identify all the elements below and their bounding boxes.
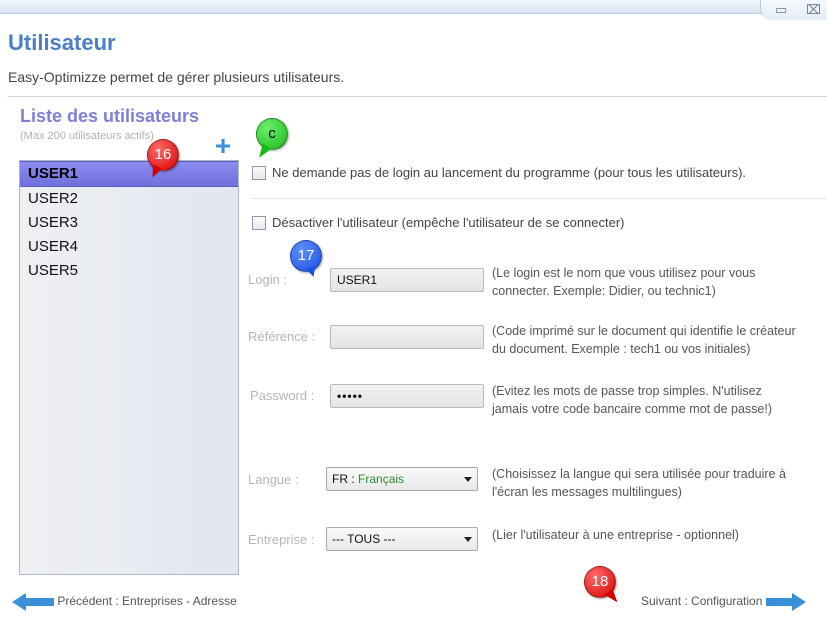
langue-help: (Choisissez la langue qui sera utilisée … [492, 467, 786, 499]
reference-label: Référence : [248, 329, 316, 344]
previous-button[interactable]: Précédent : Entreprises - Adresse [12, 593, 237, 611]
login-help: (Le login est le nom que vous utilisez p… [492, 266, 756, 298]
chevron-down-icon [464, 477, 472, 482]
annotation-marker-17: 17 [290, 240, 322, 272]
list-item-user1[interactable]: USER1 [20, 161, 238, 187]
reference-field[interactable] [330, 325, 484, 349]
user-list-title: Liste des utilisateurs [20, 106, 200, 126]
langue-select[interactable]: FR : Français [326, 467, 478, 491]
list-item-user4[interactable]: USER4 [20, 235, 238, 259]
list-item-user2[interactable]: USER2 [20, 187, 238, 211]
password-label: Password : [250, 388, 315, 403]
window-title-bar [0, 0, 827, 14]
disable-user-label: Désactiver l'utilisateur (empêche l'util… [272, 215, 625, 230]
reference-help: (Code imprimé sur le document qui identi… [492, 324, 796, 356]
plus-icon[interactable]: + [213, 132, 233, 160]
no-login-label: Ne demande pas de login au lancement du … [272, 165, 747, 180]
entreprise-label: Entreprise : [248, 532, 315, 547]
list-item-user3[interactable]: USER3 [20, 211, 238, 235]
user-list[interactable]: USER1 USER2 USER3 USER4 USER5 [19, 160, 239, 575]
user-list-subtitle: (Max 200 utilisateurs actifs) [20, 130, 154, 142]
no-login-checkbox[interactable] [252, 166, 266, 180]
entreprise-select[interactable]: --- TOUS --- [326, 527, 478, 551]
page-title: Utilisateur [8, 30, 116, 55]
langue-label: Langue : [248, 472, 299, 487]
previous-label: Précédent : Entreprises - Adresse [57, 594, 237, 609]
close-icon[interactable]: ⌧ [806, 2, 821, 18]
list-item-user5[interactable]: USER5 [20, 259, 238, 283]
entreprise-help: (Lier l'utilisateur à une entreprise - o… [492, 528, 739, 542]
login-label: Login : [248, 272, 288, 287]
page-description: Easy-Optimizze permet de gérer plusieurs… [8, 69, 345, 85]
arrow-left-icon [12, 593, 54, 611]
options-divider [252, 198, 827, 199]
disable-user-checkbox[interactable] [252, 216, 266, 230]
chevron-down-icon [464, 537, 472, 542]
password-field[interactable] [330, 384, 484, 408]
login-field[interactable] [330, 268, 484, 292]
arrow-right-icon [765, 593, 806, 611]
password-help: (Evitez les mots de passe trop simples. … [492, 384, 772, 416]
next-button[interactable]: Suivant : Configuration [641, 593, 806, 611]
annotation-pointer-18 [604, 588, 622, 606]
next-label: Suivant : Configuration [641, 594, 763, 609]
minimize-icon[interactable]: ▭ [775, 2, 787, 18]
header-divider [8, 96, 827, 97]
